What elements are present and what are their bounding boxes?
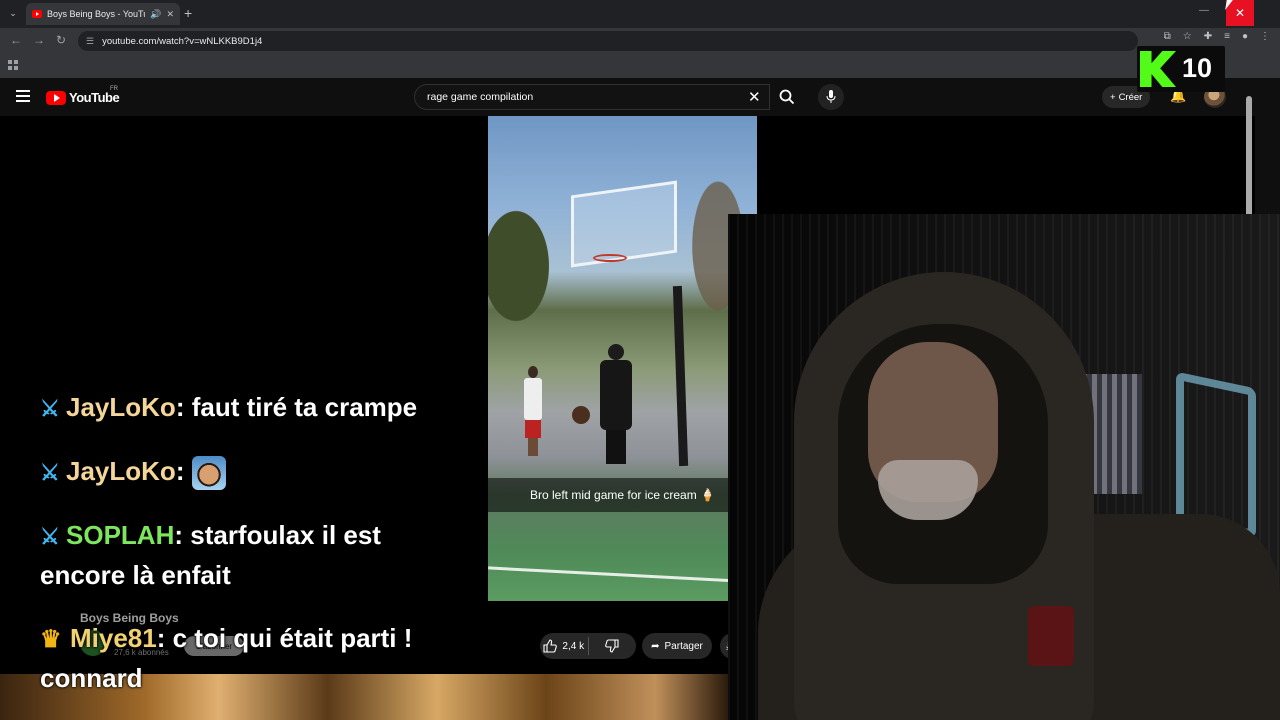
search-input[interactable]: rage game compilation [414, 84, 770, 110]
share-arrow-icon: ➦ [651, 640, 660, 652]
minimize-icon[interactable]: — [1199, 5, 1209, 16]
site-info-icon[interactable]: ☰ [86, 36, 94, 47]
video-frame-tree [488, 196, 558, 336]
chat-message: ⚔ JayLoKo: faut tiré ta crampe [40, 388, 460, 428]
forward-icon[interactable]: → [33, 33, 45, 47]
bookmarks-bar [0, 54, 1280, 78]
like-dislike-group: 2,4 k [540, 633, 636, 659]
like-button[interactable]: 2,4 k [540, 633, 588, 659]
country-code: FR [110, 86, 118, 92]
browser-toolbar: ← → ↻ ☰ youtube.com/watch?v=wNLKKB9D1j4 … [0, 28, 1280, 54]
thumbs-down-icon [605, 639, 619, 653]
thumbs-up-icon [543, 639, 558, 653]
streamer-webcam [728, 214, 1280, 720]
video-frame-player [598, 344, 634, 464]
chat-message: ♛ Miye81: c toi qui était parti ! connard [40, 619, 460, 698]
like-count: 2,4 k [562, 640, 585, 652]
voice-search-button[interactable] [818, 84, 844, 110]
reload-icon[interactable]: ↻ [56, 33, 66, 47]
video-frame-court-line [488, 566, 757, 585]
search-button[interactable] [772, 84, 802, 110]
youtube-favicon-icon [32, 10, 42, 18]
new-tab-button[interactable]: + [184, 5, 192, 21]
share-button[interactable]: ➦ Partager [642, 633, 712, 659]
chat-message: ⚔ SOPLAH: starfoulax il est encore là enf… [40, 516, 460, 595]
streamer-beard [878, 460, 978, 520]
chat-username: JayLoKo [66, 456, 176, 486]
viewer-count: 10 [1182, 53, 1213, 83]
install-app-icon[interactable]: ⧉ [1164, 31, 1171, 42]
crown-badge-icon: ♛ [40, 626, 62, 653]
chat-username: Miye81 [70, 623, 157, 653]
profile-icon[interactable]: ● [1242, 31, 1248, 42]
tab-search-dropdown-icon[interactable]: ⌄ [6, 6, 20, 20]
browser-tab[interactable]: Boys Being Boys - YouTube 🔊 ✕ [26, 3, 180, 25]
chat-username: JayLoKo [66, 392, 176, 422]
chat-text: faut tiré ta crampe [191, 392, 418, 422]
sword-badge-icon: ⚔ [40, 460, 60, 485]
url-text: youtube.com/watch?v=wNLKKB9D1j4 [102, 35, 263, 47]
screen: ⌄ Boys Being Boys - YouTube 🔊 ✕ + — ❐ ✕ … [0, 0, 1280, 720]
chat-username: SOPLAH [66, 520, 175, 550]
sword-badge-icon: ⚔ [40, 396, 60, 421]
dislike-button[interactable] [589, 633, 637, 659]
kick-logo-icon [1140, 51, 1176, 87]
chat-colon: : [156, 623, 173, 653]
video-frame-player [524, 366, 542, 456]
youtube-logo[interactable]: YouTube [46, 90, 120, 105]
extensions-icon[interactable]: ✚ [1204, 31, 1212, 42]
chat-message: ⚔ JayLoKo: [40, 452, 460, 492]
share-label: Partager [664, 640, 703, 652]
back-icon[interactable]: ← [10, 33, 22, 47]
address-bar[interactable]: ☰ youtube.com/watch?v=wNLKKB9D1j4 [78, 31, 1138, 51]
youtube-play-icon [46, 90, 66, 105]
chat-colon: : [175, 456, 192, 486]
youtube-header: YouTube FR rage game compilation ✕ + Cré… [0, 78, 1255, 242]
search-value: rage game compilation [427, 91, 534, 103]
reading-list-icon[interactable]: ≡ [1224, 31, 1230, 42]
video-player[interactable]: Bro left mid game for ice cream 🍦 [488, 116, 757, 601]
laughing-face-emote-icon [191, 456, 226, 491]
sweatshirt-logo [1028, 606, 1074, 666]
video-frame-backboard [571, 180, 677, 268]
video-caption: Bro left mid game for ice cream 🍦 [530, 488, 715, 502]
microphone-icon [826, 90, 836, 103]
create-label: Créer [1118, 91, 1143, 103]
apps-grid-icon[interactable] [8, 60, 18, 70]
browser-tab-bar: ⌄ Boys Being Boys - YouTube 🔊 ✕ + — ❐ ✕ [0, 0, 1280, 28]
menu-icon[interactable]: ⋮ [1260, 31, 1270, 42]
bookmark-star-icon[interactable]: ☆ [1183, 31, 1192, 42]
chat-colon: : [175, 392, 192, 422]
youtube-logo-text: YouTube [69, 90, 120, 105]
speaker-icon[interactable]: 🔊 [150, 9, 161, 20]
plus-icon: + [1110, 91, 1116, 103]
tab-title: Boys Being Boys - YouTube [47, 9, 145, 19]
search-icon [779, 89, 795, 105]
sword-badge-icon: ⚔ [40, 524, 60, 549]
stream-chat-overlay: ⚔ JayLoKo: faut tiré ta crampe ⚔ JayLoKo: … [40, 388, 460, 698]
clear-search-icon[interactable]: ✕ [748, 88, 761, 106]
menu-hamburger-icon[interactable] [16, 90, 30, 102]
video-frame-basketball [572, 406, 590, 424]
video-frame-hoop [593, 254, 627, 262]
tab-close-icon[interactable]: ✕ [166, 9, 174, 20]
chat-colon: : [174, 520, 191, 550]
toolbar-actions: ⧉ ☆ ✚ ≡ ● ⋮ [1164, 31, 1270, 42]
kick-viewer-badge: 10 [1137, 46, 1225, 92]
